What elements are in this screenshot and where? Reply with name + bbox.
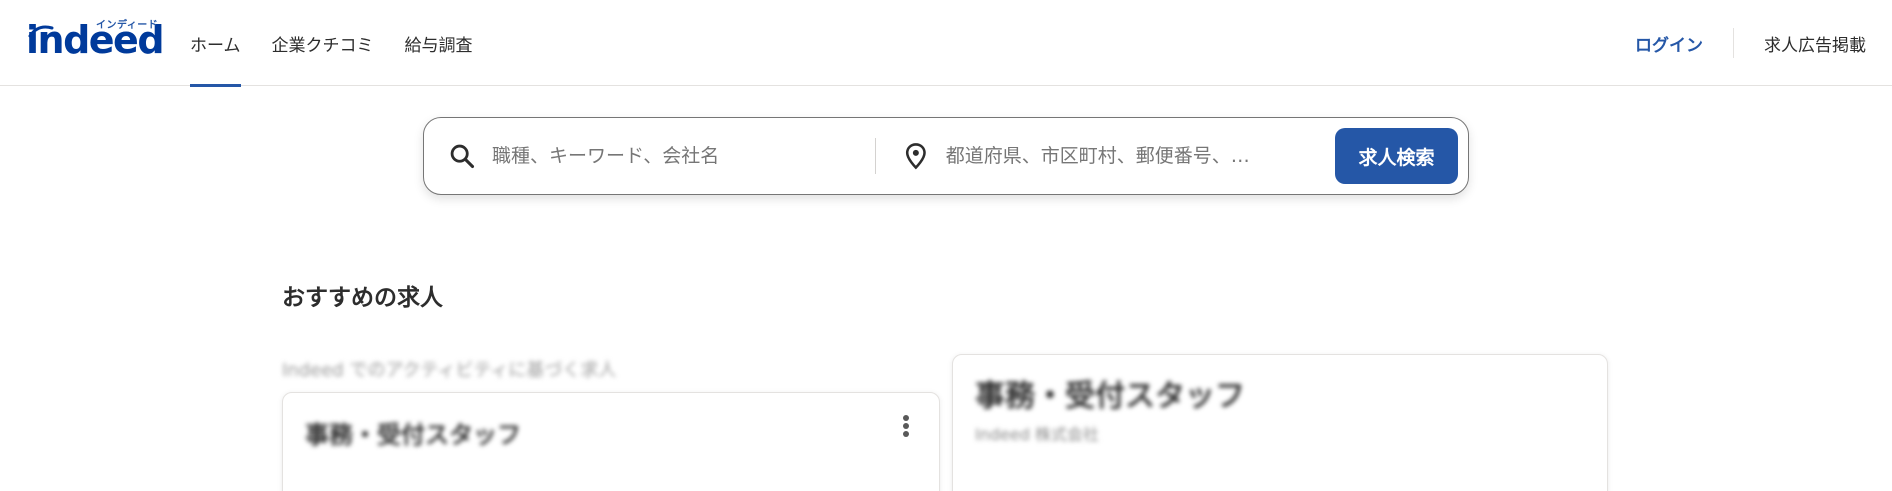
job-title[interactable]: 事務・受付スタッフ xyxy=(975,371,1245,415)
nav-salary-research[interactable]: 給与調査 xyxy=(405,0,473,86)
header-right: ログイン 求人広告掲載 xyxy=(1635,0,1866,86)
job-card[interactable]: 事務・受付スタッフ xyxy=(282,392,940,491)
location-pin-icon xyxy=(905,143,926,170)
what-field xyxy=(448,118,868,194)
activity-based-note: Indeed でのアクティビティに基づく求人 xyxy=(282,360,617,381)
main-nav: ホーム 企業クチコミ 給与調査 xyxy=(190,0,504,87)
where-input[interactable] xyxy=(945,145,1302,167)
where-field xyxy=(902,118,1302,194)
login-link[interactable]: ログイン xyxy=(1635,31,1703,56)
job-search-bar: 求人検索 xyxy=(423,117,1469,195)
nav-home[interactable]: ホーム xyxy=(190,0,241,87)
what-input[interactable] xyxy=(492,145,852,167)
search-icon xyxy=(450,144,475,169)
job-card[interactable]: 事務・受付スタッフ Indeed 株式会社 xyxy=(952,354,1608,491)
nav-company-reviews[interactable]: 企業クチコミ xyxy=(272,0,374,86)
recommended-jobs-heading: おすすめの求人 xyxy=(282,285,443,311)
top-header: indeed インディード ホーム 企業クチコミ 給与調査 ログイン 求人広告掲… xyxy=(0,0,1892,87)
post-job-link[interactable]: 求人広告掲載 xyxy=(1764,31,1866,56)
job-title[interactable]: 事務・受付スタッフ xyxy=(305,415,521,450)
indeed-logo[interactable]: indeed インディード xyxy=(26,18,165,62)
logo-kana: インディード xyxy=(96,20,159,31)
header-divider xyxy=(1733,28,1734,58)
find-jobs-button[interactable]: 求人検索 xyxy=(1335,128,1458,184)
company-name: Indeed 株式会社 xyxy=(975,425,1099,444)
search-divider xyxy=(875,138,876,174)
more-options-icon[interactable] xyxy=(903,415,909,437)
